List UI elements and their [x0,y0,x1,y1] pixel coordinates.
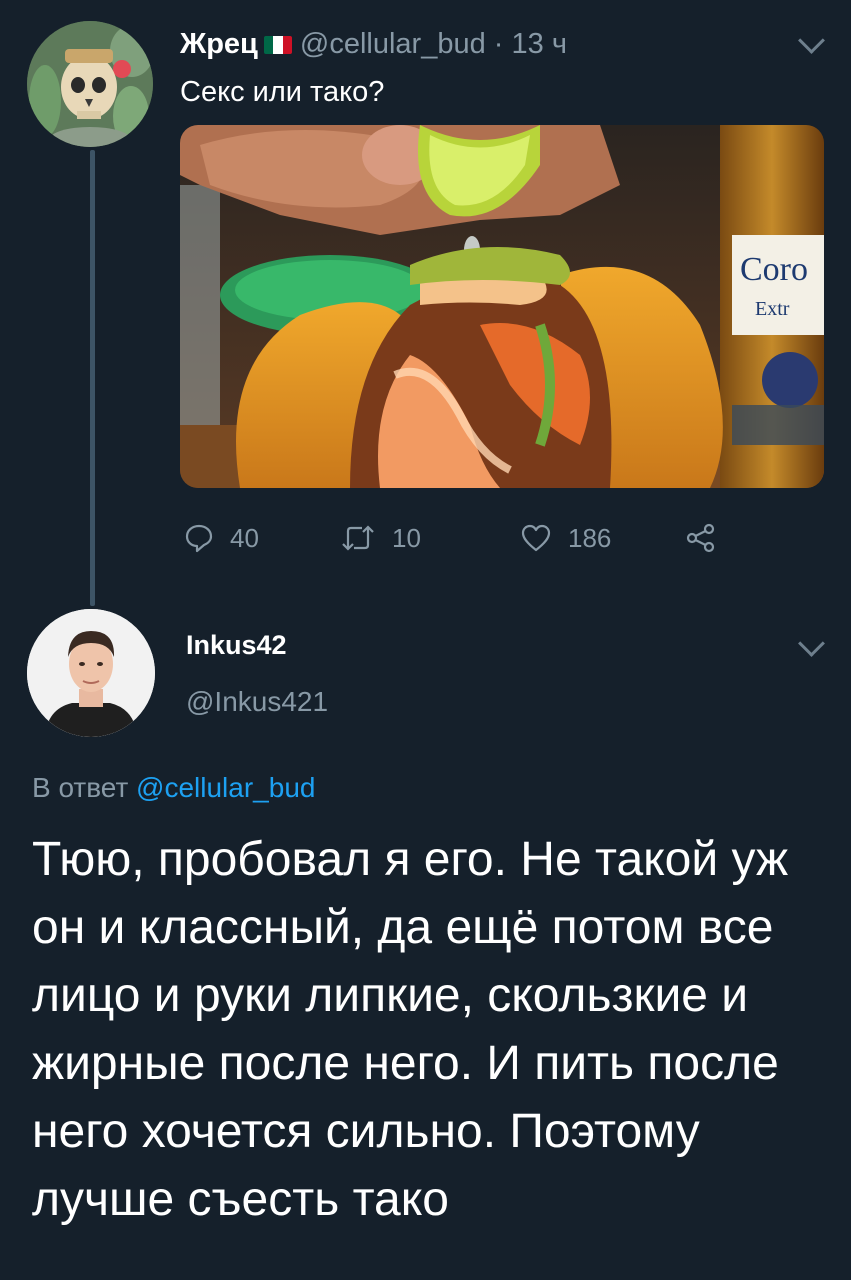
author-handle[interactable]: @cellular_bud [300,28,486,60]
reply-text: Тюю, пробовал я его. Не такой уж он и кл… [32,833,789,1226]
tweet-thread: Жрец @cellular_bud · 13 ч Секс или тако? [0,0,851,1280]
replying-to-label: В ответ [32,772,129,803]
like-count: 186 [568,522,612,553]
skull-cactus-avatar-image [27,21,153,147]
reply-count: 40 [230,522,259,553]
tweet-time[interactable]: 13 ч [512,28,567,60]
bottle-label-text: Coro [740,251,808,288]
bottle-label-subtext: Extr [755,298,790,320]
share-icon [686,523,715,553]
share-button[interactable] [685,516,717,560]
taco-photo-illustration: Coro Extr [180,125,824,488]
tweet-text: Секс или тако? [180,76,385,108]
retweet-count: 10 [392,522,421,553]
reply-button[interactable]: 40 [184,516,259,560]
tweet-media-photo[interactable]: Coro Extr [180,125,824,488]
tweet-header: Жрец @cellular_bud · 13 ч [180,26,567,62]
replying-to-link[interactable]: @cellular_bud [136,772,315,803]
chevron-down-icon[interactable] [798,27,825,54]
meta-separator: · [493,28,504,60]
reply-author-name[interactable]: Inkus42 [186,630,287,661]
replying-to-line: В ответ @cellular_bud [32,772,315,804]
thread-connector-line [90,150,95,606]
retweet-icon [342,525,374,551]
mexico-flag-icon [263,36,292,54]
reply-author-avatar[interactable] [27,609,155,737]
author-name[interactable]: Жрец [180,28,258,60]
author-avatar[interactable] [27,21,153,147]
reply-author-handle[interactable]: @Inkus421 [186,686,328,718]
man-portrait-avatar-image [27,609,155,737]
tweet-actions-bar: 40 10 186 [180,516,740,560]
chevron-down-icon[interactable] [798,630,825,657]
retweet-button[interactable]: 10 [340,516,421,560]
heart-icon [521,524,551,552]
like-button[interactable]: 186 [520,516,611,560]
reply-icon [185,524,213,553]
